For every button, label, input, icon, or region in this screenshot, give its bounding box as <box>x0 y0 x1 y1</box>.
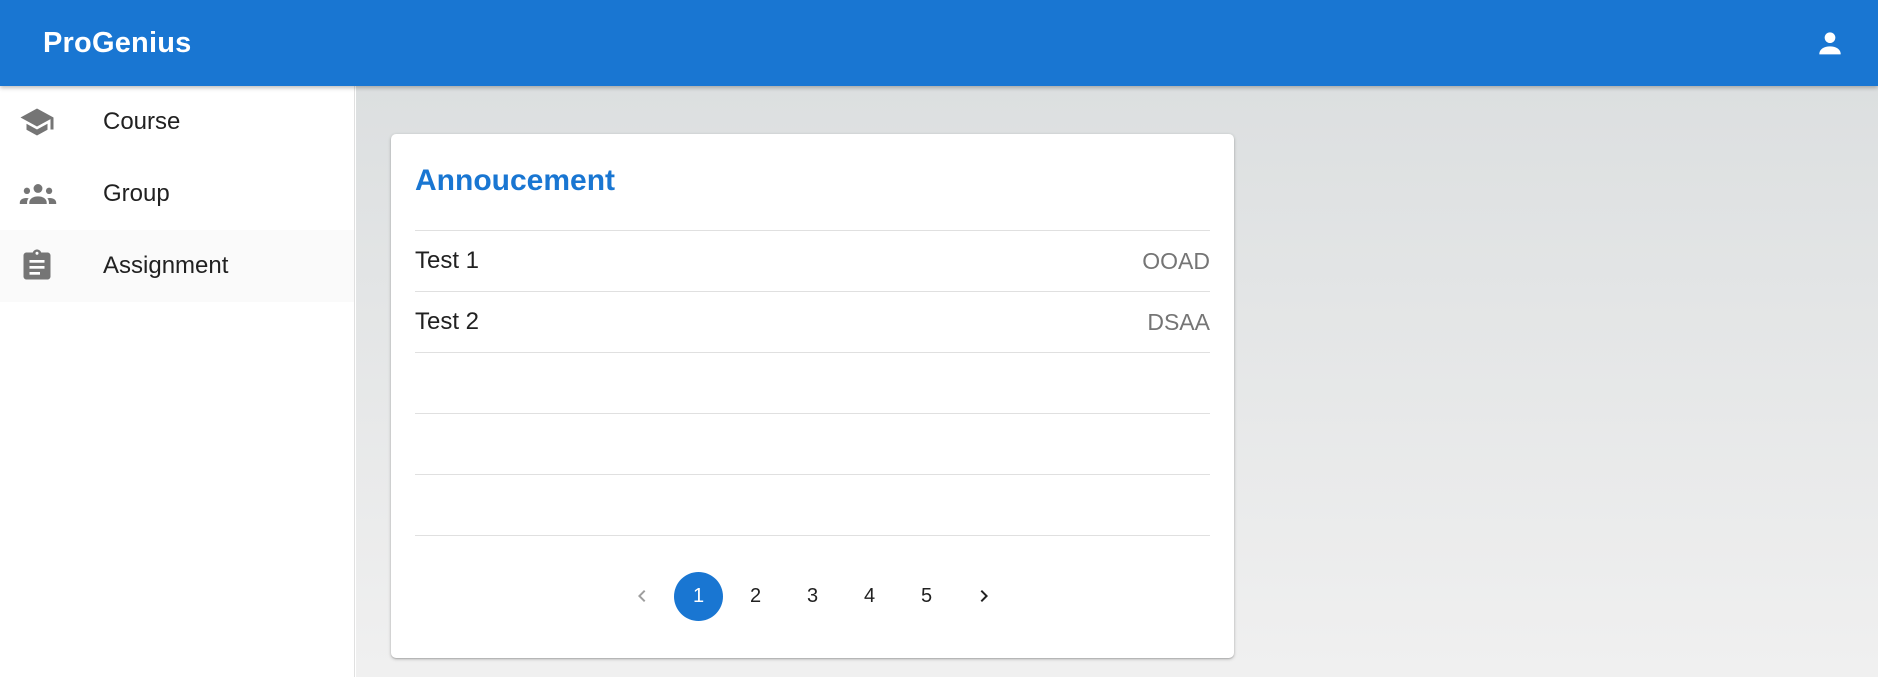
list-item[interactable]: Test 1 OOAD <box>415 231 1210 292</box>
list-item <box>415 414 1210 475</box>
announcement-list: Test 1 OOAD Test 2 DSAA <box>415 230 1210 536</box>
page-button-4[interactable]: 4 <box>845 572 894 621</box>
list-item[interactable]: Test 2 DSAA <box>415 292 1210 353</box>
page-button-5[interactable]: 5 <box>902 572 951 621</box>
list-item <box>415 475 1210 536</box>
chevron-right-icon <box>980 590 988 602</box>
main-content: Annoucement Test 1 OOAD Test 2 DSAA 1 2 … <box>356 86 1878 677</box>
app-bar: ProGenius <box>0 0 1878 86</box>
next-page-button[interactable] <box>959 572 1008 621</box>
account-icon <box>1819 32 1841 55</box>
page-button-1[interactable]: 1 <box>674 571 723 621</box>
pagination: 1 2 3 4 5 <box>391 570 1234 622</box>
sidebar: Course Group Assignment <box>0 86 355 677</box>
app-title: ProGenius <box>43 26 192 59</box>
sidebar-item-group[interactable]: Group <box>0 158 354 230</box>
sidebar-item-assignment[interactable]: Assignment <box>0 230 354 302</box>
sidebar-item-label: Assignment <box>103 252 229 279</box>
groups-icon <box>0 175 103 213</box>
clipboard-icon <box>0 248 103 284</box>
sidebar-item-label: Group <box>103 180 170 207</box>
school-icon <box>0 104 103 140</box>
item-course-tag: OOAD <box>1142 247 1210 274</box>
announcement-card: Annoucement Test 1 OOAD Test 2 DSAA 1 2 … <box>391 134 1234 658</box>
list-item <box>415 353 1210 414</box>
item-title: Test 2 <box>415 308 480 335</box>
page-button-3[interactable]: 3 <box>788 572 837 621</box>
sidebar-item-label: Course <box>103 108 181 135</box>
page-button-2[interactable]: 2 <box>731 572 780 621</box>
item-title: Test 1 <box>415 247 480 274</box>
chevron-left-icon <box>637 590 645 602</box>
prev-page-button[interactable] <box>617 572 666 621</box>
card-title: Annoucement <box>415 164 616 197</box>
item-course-tag: DSAA <box>1147 308 1210 335</box>
account-button[interactable] <box>1806 19 1854 67</box>
sidebar-item-course[interactable]: Course <box>0 86 354 158</box>
